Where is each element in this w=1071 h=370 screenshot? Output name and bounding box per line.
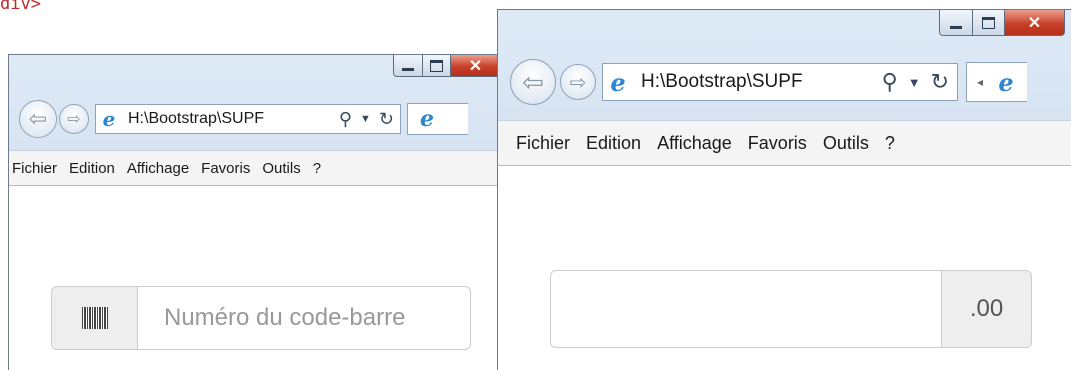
forward-arrow-icon: ⇨ bbox=[67, 111, 81, 128]
ie-logo-icon: e bbox=[610, 67, 626, 97]
menu-item-help[interactable]: ? bbox=[313, 160, 321, 177]
address-input[interactable]: H:\Bootstrap\SUPF bbox=[128, 110, 288, 128]
browser-window-decimal: ✕ ⇦ ⇨ e H:\Bootstrap\SUPF ⚲ ▼ ↻ ◂ e Fich… bbox=[497, 9, 1071, 370]
maximize-icon bbox=[982, 16, 995, 29]
ie-logo-icon: e bbox=[420, 106, 434, 132]
menu-item-fichier[interactable]: Fichier bbox=[516, 133, 570, 154]
menu-item-edition[interactable]: Edition bbox=[586, 133, 641, 154]
back-button[interactable]: ⇦ bbox=[510, 59, 556, 105]
address-bar[interactable]: e H:\Bootstrap\SUPF ⚲ ▼ ↻ bbox=[602, 63, 958, 101]
chevron-down-icon[interactable]: ▼ bbox=[908, 75, 921, 90]
address-input[interactable]: H:\Bootstrap\SUPF bbox=[641, 71, 831, 93]
close-button[interactable]: ✕ bbox=[1005, 10, 1065, 36]
barcode-input[interactable]: Numéro du code-barre bbox=[138, 287, 470, 349]
decimal-addon-text: .00 bbox=[969, 295, 1004, 322]
menu-item-favoris[interactable]: Favoris bbox=[201, 160, 250, 177]
close-button[interactable]: ✕ bbox=[451, 55, 501, 77]
code-fragment-text: div> bbox=[0, 0, 41, 14]
navigation-bar: ⇦ ⇨ e H:\Bootstrap\SUPF ⚲ ▼ ↻ ◂ e bbox=[498, 58, 1071, 106]
forward-button[interactable]: ⇨ bbox=[560, 64, 596, 100]
browser-window-barcode: ✕ ⇦ ⇨ e H:\Bootstrap\SUPF ⚲ ▼ ↻ e Fichie… bbox=[8, 54, 508, 370]
menu-item-help[interactable]: ? bbox=[885, 133, 895, 154]
forward-arrow-icon: ⇨ bbox=[569, 71, 587, 94]
minimize-icon bbox=[402, 68, 414, 71]
maximize-icon bbox=[430, 59, 443, 72]
window-controls: ✕ bbox=[393, 55, 501, 77]
search-icon[interactable]: ⚲ bbox=[882, 69, 898, 95]
menu-item-affichage[interactable]: Affichage bbox=[657, 133, 732, 154]
decimal-addon: .00 bbox=[941, 271, 1031, 347]
address-bar[interactable]: e H:\Bootstrap\SUPF ⚲ ▼ ↻ bbox=[95, 104, 401, 134]
barcode-input-group: Numéro du code-barre bbox=[51, 286, 471, 350]
menu-bar: Fichier Edition Affichage Favoris Outils… bbox=[498, 120, 1071, 166]
browser-tab[interactable]: e bbox=[407, 103, 468, 135]
menu-item-outils[interactable]: Outils bbox=[262, 160, 300, 177]
search-icon[interactable]: ⚲ bbox=[339, 109, 352, 130]
decimal-input-group: .00 bbox=[550, 270, 1032, 348]
minimize-icon bbox=[950, 26, 962, 29]
back-button[interactable]: ⇦ bbox=[19, 100, 57, 138]
forward-button[interactable]: ⇨ bbox=[59, 104, 89, 134]
browser-tab[interactable]: ◂ e bbox=[966, 62, 1027, 102]
refresh-icon[interactable]: ↻ bbox=[379, 109, 394, 130]
minimize-button[interactable] bbox=[939, 10, 973, 36]
page-content: .00 bbox=[498, 166, 1071, 370]
amount-input[interactable] bbox=[551, 271, 941, 347]
maximize-button[interactable] bbox=[423, 55, 451, 77]
menu-item-edition[interactable]: Edition bbox=[69, 160, 115, 177]
close-icon: ✕ bbox=[468, 57, 483, 75]
menu-item-fichier[interactable]: Fichier bbox=[12, 160, 57, 177]
menu-item-outils[interactable]: Outils bbox=[823, 133, 869, 154]
barcode-icon bbox=[81, 307, 108, 329]
close-icon: ✕ bbox=[1027, 14, 1042, 32]
barcode-addon bbox=[52, 287, 138, 349]
menu-item-favoris[interactable]: Favoris bbox=[748, 133, 807, 154]
ie-logo-icon: e bbox=[102, 107, 116, 131]
ie-logo-icon: e bbox=[998, 67, 1014, 97]
back-arrow-icon: ⇦ bbox=[522, 66, 544, 97]
navigation-bar: ⇦ ⇨ e H:\Bootstrap\SUPF ⚲ ▼ ↻ e bbox=[9, 99, 507, 139]
menu-bar: Fichier Edition Affichage Favoris Outils… bbox=[9, 150, 507, 186]
chevron-down-icon[interactable]: ▼ bbox=[360, 113, 371, 125]
maximize-button[interactable] bbox=[973, 10, 1005, 36]
refresh-icon[interactable]: ↻ bbox=[931, 69, 949, 95]
tab-scroll-left-icon[interactable]: ◂ bbox=[977, 75, 983, 89]
barcode-placeholder: Numéro du code-barre bbox=[164, 304, 406, 331]
window-controls: ✕ bbox=[939, 10, 1065, 36]
page-content: Numéro du code-barre bbox=[9, 186, 507, 370]
back-arrow-icon: ⇦ bbox=[28, 106, 48, 131]
menu-item-affichage[interactable]: Affichage bbox=[127, 160, 189, 177]
minimize-button[interactable] bbox=[393, 55, 423, 77]
